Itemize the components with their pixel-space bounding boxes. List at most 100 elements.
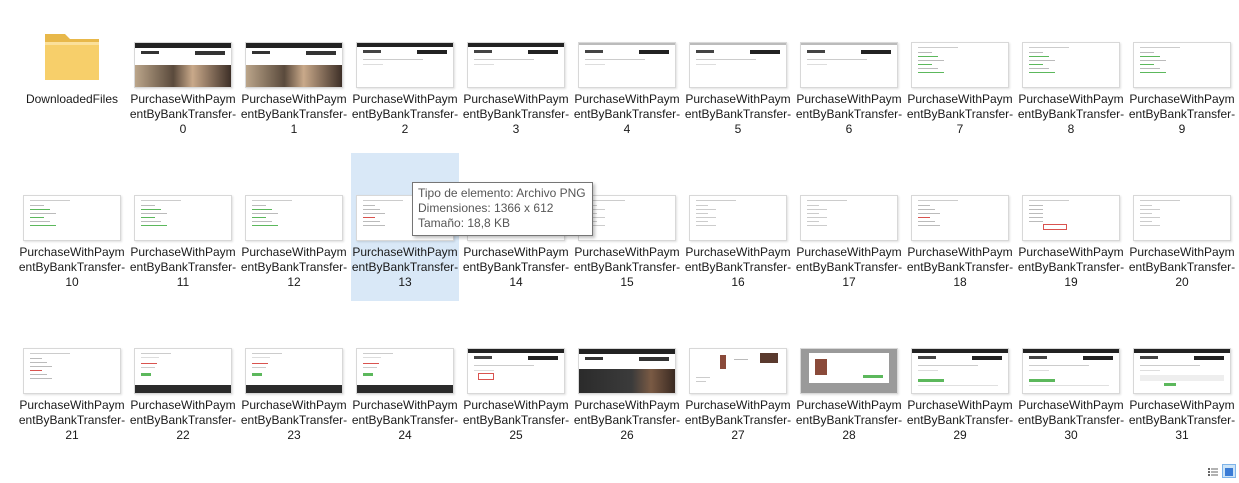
file-item[interactable]: PurchaseWithPaymentByBankTransfer-26: [573, 306, 681, 454]
file-label: PurchaseWithPaymentByBankTransfer-12: [240, 245, 348, 289]
file-thumbnail-image: [245, 195, 343, 241]
file-item[interactable]: PurchaseWithPaymentByBankTransfer-6: [795, 0, 903, 148]
file-label: PurchaseWithPaymentByBankTransfer-19: [1017, 245, 1125, 289]
file-label: PurchaseWithPaymentByBankTransfer-28: [795, 398, 903, 442]
file-thumbnail-image: [356, 348, 454, 394]
file-thumbnail-image: [134, 42, 232, 88]
file-thumbnail-image: [1133, 195, 1231, 241]
file-thumb-wrap: [129, 0, 237, 92]
view-toggle-bar: [1207, 464, 1236, 478]
file-label: PurchaseWithPaymentByBankTransfer-20: [1128, 245, 1236, 289]
file-thumb-wrap: [906, 153, 1014, 245]
file-item[interactable]: PurchaseWithPaymentByBankTransfer-30: [1017, 306, 1125, 454]
file-thumbnail-image: [245, 348, 343, 394]
folder-item-downloadedfiles[interactable]: DownloadedFiles: [18, 0, 126, 148]
file-item[interactable]: PurchaseWithPaymentByBankTransfer-11: [129, 153, 237, 301]
file-thumb-wrap: [795, 0, 903, 92]
file-thumb-wrap: [129, 306, 237, 398]
file-item[interactable]: PurchaseWithPaymentByBankTransfer-31: [1128, 306, 1236, 454]
file-item[interactable]: PurchaseWithPaymentByBankTransfer-23: [240, 306, 348, 454]
file-thumb-wrap: [462, 306, 570, 398]
file-label: PurchaseWithPaymentByBankTransfer-26: [573, 398, 681, 442]
file-thumbnail-image: [578, 195, 676, 241]
file-item[interactable]: PurchaseWithPaymentByBankTransfer-3: [462, 0, 570, 148]
file-label: PurchaseWithPaymentByBankTransfer-23: [240, 398, 348, 442]
tooltip-size: Tamaño: 18,8 KB: [418, 216, 511, 230]
file-thumbnail-image: [1133, 42, 1231, 88]
file-label: PurchaseWithPaymentByBankTransfer-7: [906, 92, 1014, 136]
file-item[interactable]: PurchaseWithPaymentByBankTransfer-24: [351, 306, 459, 454]
file-item[interactable]: PurchaseWithPaymentByBankTransfer-2: [351, 0, 459, 148]
file-label: PurchaseWithPaymentByBankTransfer-14: [462, 245, 570, 289]
file-label: PurchaseWithPaymentByBankTransfer-27: [684, 398, 792, 442]
file-item[interactable]: PurchaseWithPaymentByBankTransfer-8: [1017, 0, 1125, 148]
file-label: PurchaseWithPaymentByBankTransfer-5: [684, 92, 792, 136]
large-icons-view-icon[interactable]: [1222, 464, 1236, 478]
file-grid: DownloadedFiles PurchaseWithPaymentByBan…: [0, 0, 1239, 481]
file-thumb-wrap: [351, 306, 459, 398]
file-item[interactable]: PurchaseWithPaymentByBankTransfer-9: [1128, 0, 1236, 148]
file-label: PurchaseWithPaymentByBankTransfer-25: [462, 398, 570, 442]
file-thumbnail-image: [23, 348, 121, 394]
file-thumb-wrap: [795, 153, 903, 245]
file-item[interactable]: PurchaseWithPaymentByBankTransfer-29: [906, 306, 1014, 454]
file-thumbnail-image: [578, 42, 676, 88]
file-item[interactable]: PurchaseWithPaymentByBankTransfer-21: [18, 306, 126, 454]
file-thumb-wrap: [129, 153, 237, 245]
file-item[interactable]: PurchaseWithPaymentByBankTransfer-25: [462, 306, 570, 454]
file-thumb-wrap: [906, 306, 1014, 398]
file-label: PurchaseWithPaymentByBankTransfer-3: [462, 92, 570, 136]
file-label: PurchaseWithPaymentByBankTransfer-21: [18, 398, 126, 442]
file-thumbnail-image: [467, 348, 565, 394]
file-item[interactable]: PurchaseWithPaymentByBankTransfer-27: [684, 306, 792, 454]
file-item[interactable]: PurchaseWithPaymentByBankTransfer-7: [906, 0, 1014, 148]
file-thumb-wrap: [795, 306, 903, 398]
file-item[interactable]: PurchaseWithPaymentByBankTransfer-16: [684, 153, 792, 301]
file-label: PurchaseWithPaymentByBankTransfer-18: [906, 245, 1014, 289]
file-label: PurchaseWithPaymentByBankTransfer-17: [795, 245, 903, 289]
file-thumb-wrap: [18, 306, 126, 398]
file-item[interactable]: PurchaseWithPaymentByBankTransfer-20: [1128, 153, 1236, 301]
file-thumbnail-image: [911, 195, 1009, 241]
file-item[interactable]: PurchaseWithPaymentByBankTransfer-22: [129, 306, 237, 454]
file-item[interactable]: PurchaseWithPaymentByBankTransfer-28: [795, 306, 903, 454]
file-label: PurchaseWithPaymentByBankTransfer-4: [573, 92, 681, 136]
file-thumbnail-image: [23, 195, 121, 241]
file-thumb-wrap: [240, 306, 348, 398]
folder-icon: [45, 34, 99, 80]
file-thumb-wrap: [240, 0, 348, 92]
file-item[interactable]: PurchaseWithPaymentByBankTransfer-1: [240, 0, 348, 148]
file-thumb-wrap: [906, 0, 1014, 92]
folder-thumb: [18, 0, 126, 92]
file-item[interactable]: PurchaseWithPaymentByBankTransfer-12: [240, 153, 348, 301]
file-label: PurchaseWithPaymentByBankTransfer-29: [906, 398, 1014, 442]
file-thumbnail-image: [245, 42, 343, 88]
file-item[interactable]: PurchaseWithPaymentByBankTransfer-19: [1017, 153, 1125, 301]
file-thumb-wrap: [573, 0, 681, 92]
file-item[interactable]: PurchaseWithPaymentByBankTransfer-4: [573, 0, 681, 148]
file-item[interactable]: PurchaseWithPaymentByBankTransfer-0: [129, 0, 237, 148]
file-label: PurchaseWithPaymentByBankTransfer-1: [240, 92, 348, 136]
file-item[interactable]: PurchaseWithPaymentByBankTransfer-18: [906, 153, 1014, 301]
file-item[interactable]: PurchaseWithPaymentByBankTransfer-5: [684, 0, 792, 148]
file-thumbnail-image: [800, 42, 898, 88]
file-thumbnail-image: [578, 348, 676, 394]
file-thumb-wrap: [684, 306, 792, 398]
file-thumbnail-image: [800, 348, 898, 394]
file-thumb-wrap: [684, 0, 792, 92]
tooltip-dimensions: Dimensiones: 1366 x 612: [418, 201, 554, 215]
file-label: PurchaseWithPaymentByBankTransfer-30: [1017, 398, 1125, 442]
file-thumbnail-image: [689, 42, 787, 88]
file-thumb-wrap: [1017, 306, 1125, 398]
details-view-icon[interactable]: [1207, 465, 1219, 477]
file-label: PurchaseWithPaymentByBankTransfer-2: [351, 92, 459, 136]
file-thumbnail-image: [911, 42, 1009, 88]
file-label: PurchaseWithPaymentByBankTransfer-24: [351, 398, 459, 442]
tooltip-type: Tipo de elemento: Archivo PNG: [418, 186, 586, 200]
file-thumb-wrap: [1017, 153, 1125, 245]
file-label: PurchaseWithPaymentByBankTransfer-22: [129, 398, 237, 442]
file-item[interactable]: PurchaseWithPaymentByBankTransfer-17: [795, 153, 903, 301]
file-thumbnail-image: [356, 42, 454, 88]
file-item[interactable]: PurchaseWithPaymentByBankTransfer-10: [18, 153, 126, 301]
file-thumbnail-image: [911, 348, 1009, 394]
